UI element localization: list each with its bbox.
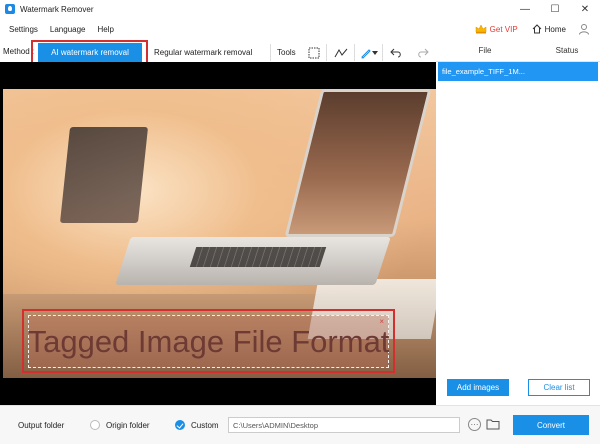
toolbar-divider [270, 44, 271, 61]
photo-background-laptop [59, 127, 149, 223]
convert-button[interactable]: Convert [513, 415, 589, 435]
tools-label: Tools [277, 48, 296, 57]
file-list-item[interactable]: file_example_TIFF_1M... [438, 62, 598, 81]
output-folder-label: Output folder [18, 421, 65, 430]
status-column-header: Status [555, 46, 579, 55]
photo-keyboard [189, 247, 327, 267]
undo-icon[interactable] [387, 44, 405, 61]
get-vip-label: Get VIP [489, 24, 518, 34]
toolbar-divider [382, 44, 383, 61]
menu-right-group: Get VIP Home [475, 20, 600, 38]
user-icon[interactable] [578, 23, 590, 35]
window-title: Watermark Remover [20, 4, 94, 14]
toolbar-divider [354, 44, 355, 61]
app-logo-icon [5, 4, 15, 14]
more-options-icon[interactable]: ··· [468, 418, 481, 431]
menu-language[interactable]: Language [50, 25, 86, 34]
home-icon [532, 24, 542, 34]
origin-folder-label: Origin folder [106, 421, 150, 430]
ai-watermark-removal-button[interactable]: AI watermark removal [38, 43, 142, 62]
file-name: file_example_TIFF_1M... [442, 67, 525, 76]
custom-folder-label: Custom [191, 421, 219, 430]
output-path-input[interactable] [228, 417, 460, 433]
photo-laptop-screen [284, 89, 432, 237]
custom-folder-radio[interactable] [175, 420, 185, 430]
crown-icon [475, 24, 486, 34]
home-label: Home [544, 24, 566, 34]
watermark-selection-box[interactable]: Tagged Image File Format × [28, 315, 389, 368]
clear-list-button[interactable]: Clear list [528, 379, 590, 396]
open-folder-icon[interactable] [486, 418, 500, 430]
watermark-text: Tagged Image File Format [27, 323, 390, 359]
redo-icon[interactable] [414, 44, 432, 61]
output-bar: Output folder Origin folder Custom ··· C… [0, 405, 600, 444]
menu-settings[interactable]: Settings [9, 25, 38, 34]
home-button[interactable]: Home [532, 24, 566, 34]
close-button[interactable]: ✕ [570, 0, 600, 18]
window-controls: — ☐ ✕ [510, 0, 600, 18]
regular-watermark-removal-button[interactable]: Regular watermark removal [154, 43, 252, 62]
origin-folder-radio[interactable] [90, 420, 100, 430]
menu-bar: Settings Language Help Get VIP Home [0, 20, 600, 38]
file-list: file_example_TIFF_1M... [436, 62, 600, 405]
maximize-button[interactable]: ☐ [540, 0, 570, 18]
brush-size-dropdown-icon[interactable] [371, 44, 379, 61]
remove-selection-icon[interactable]: × [379, 317, 384, 326]
method-label: Method : [3, 46, 35, 56]
add-images-button[interactable]: Add images [447, 379, 509, 396]
file-list-header: File Status [436, 40, 600, 62]
get-vip-button[interactable]: Get VIP [475, 24, 518, 34]
toolbar-divider [326, 44, 327, 61]
menu-help[interactable]: Help [98, 25, 114, 34]
minimize-button[interactable]: — [510, 0, 540, 18]
title-bar: Watermark Remover — ☐ ✕ [0, 0, 600, 18]
file-column-header: File [478, 46, 492, 55]
lasso-icon[interactable] [332, 44, 350, 61]
rectangle-select-icon[interactable] [305, 44, 323, 61]
